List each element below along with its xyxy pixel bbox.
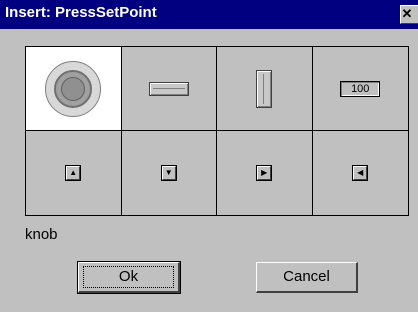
palette-cell-vertical-slider[interactable] [217, 47, 313, 131]
selection-label: knob [25, 226, 58, 243]
numeric-display-icon: 100 [340, 80, 381, 97]
arrow-down-icon: ▼ [160, 165, 177, 181]
ok-button[interactable]: Ok [77, 261, 181, 294]
widget-palette: 100 ▲ ▼ ▶ ◀ [25, 46, 409, 216]
arrow-right-icon: ▶ [256, 165, 273, 181]
window-title: Insert: PressSetPoint [5, 4, 157, 21]
arrow-up-icon: ▲ [65, 165, 82, 181]
palette-cell-horizontal-slider[interactable] [121, 47, 217, 131]
palette-cell-up-button[interactable]: ▲ [26, 131, 122, 215]
cancel-button[interactable]: Cancel [256, 262, 358, 293]
title-bar[interactable]: Insert: PressSetPoint ✕ [0, 0, 418, 29]
knob-icon [45, 60, 102, 117]
horizontal-bar-icon [148, 81, 189, 96]
palette-cell-knob[interactable] [26, 47, 122, 131]
cancel-button-label: Cancel [283, 268, 330, 285]
insert-dialog: Insert: PressSetPoint ✕ 100 ▲ ▼ ▶ ◀ knob… [0, 0, 418, 312]
palette-cell-left-button[interactable]: ◀ [312, 131, 408, 215]
close-button[interactable]: ✕ [400, 5, 418, 24]
focus-rect [83, 266, 174, 288]
palette-cell-numeric-display[interactable]: 100 [312, 47, 408, 131]
vertical-bar-icon [256, 69, 273, 108]
close-icon: ✕ [401, 6, 413, 21]
palette-cell-right-button[interactable]: ▶ [217, 131, 313, 215]
palette-cell-down-button[interactable]: ▼ [121, 131, 217, 215]
arrow-left-icon: ◀ [352, 165, 369, 181]
